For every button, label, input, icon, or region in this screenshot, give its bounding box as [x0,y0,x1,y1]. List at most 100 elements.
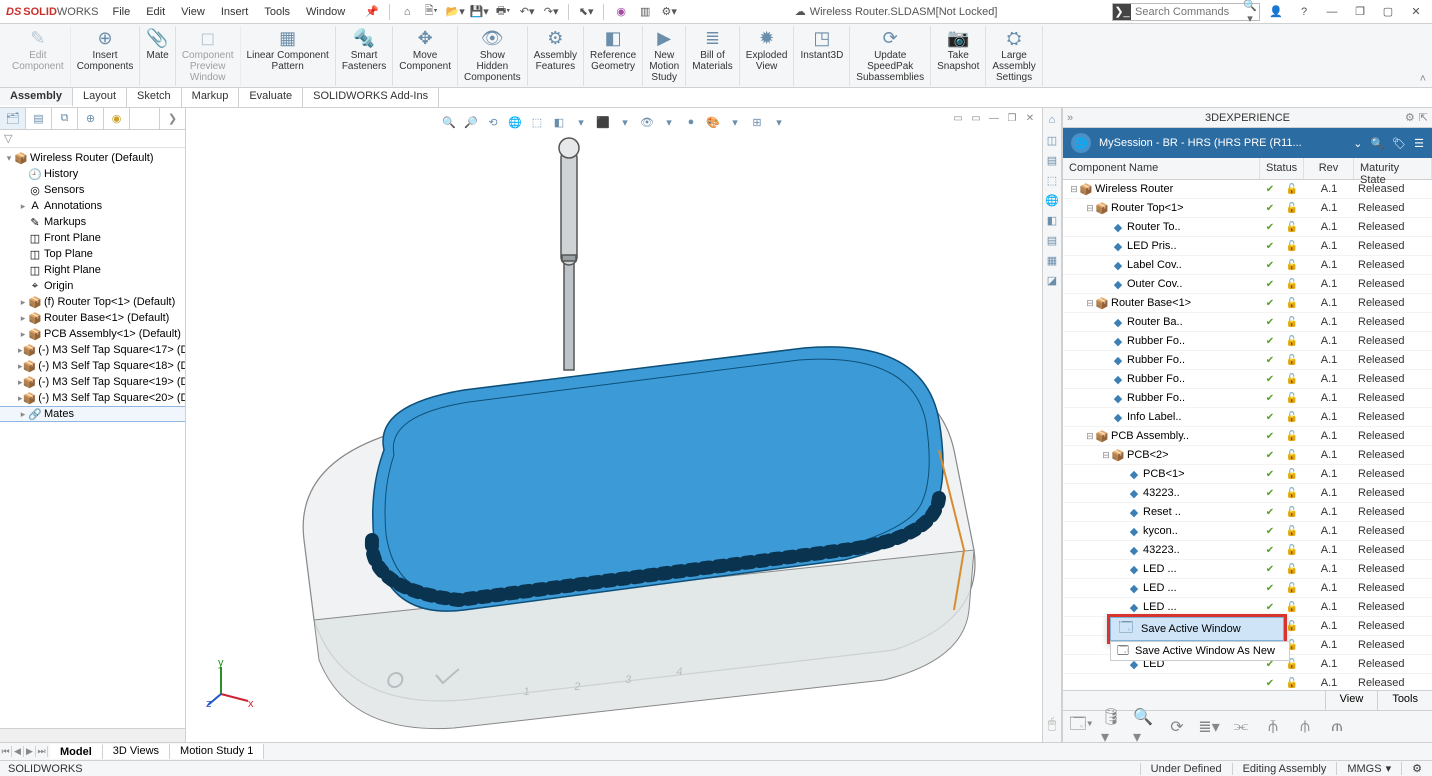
ribbon-collapse-icon[interactable]: ˄ [1420,73,1426,85]
view-tool-icon[interactable]: ⬚ [527,112,547,132]
view-tool-icon[interactable]: ▾ [725,112,745,132]
rebuild-icon[interactable]: ◉ [610,2,632,22]
task-icon[interactable]: ◧ [1044,212,1060,228]
pin-icon[interactable]: 📌 [361,2,383,22]
model-tab-model[interactable]: Model [50,744,103,759]
tab-first-icon[interactable]: ⏮ [0,746,12,757]
component-row[interactable]: ⊟📦PCB<2>✔🔓A.1Released [1063,446,1432,465]
ex-search2-icon[interactable]: 🔍▾ [1133,715,1157,739]
viewport-winctrl-icon[interactable]: ❐ [1004,110,1020,126]
model-canvas[interactable]: 1 2 3 4 [186,108,1042,742]
component-row[interactable]: ◆kycon..✔🔓A.1Released [1063,522,1432,541]
ribbon-tab-layout[interactable]: Layout [73,88,127,107]
tree-node[interactable]: 🕘History [0,166,185,182]
ex-list-icon[interactable]: ≣▾ [1197,715,1221,739]
tree-node[interactable]: ▸📦(-) M3 Self Tap Square<18> (Default [0,358,185,374]
col-rev[interactable]: Rev [1304,158,1354,179]
print-icon[interactable]: 🖶▾ [492,2,514,22]
view-tool-icon[interactable]: ⟲ [483,112,503,132]
session-dropdown-icon[interactable]: ⌄ [1353,137,1362,150]
component-row[interactable]: ◆43223..✔🔓A.1Released [1063,541,1432,560]
component-row[interactable]: ◆Rubber Fo..✔🔓A.1Released [1063,370,1432,389]
ribbon-mate[interactable]: 📎Mate [140,26,175,86]
tree-node[interactable]: ▸📦(-) M3 Self Tap Square<19> (Default [0,374,185,390]
view-tool-icon[interactable]: 🌐 [505,112,525,132]
component-row[interactable]: ◆LED ...✔🔓A.1Released [1063,579,1432,598]
view-tool-icon[interactable]: 🎨 [703,112,723,132]
view-tool-icon[interactable]: 🔍 [439,112,459,132]
tree-root[interactable]: ▾ 📦 Wireless Router (Default) [0,150,185,166]
tab-prev-icon[interactable]: ◀ [12,746,24,757]
ribbon-move[interactable]: ✥Move Component [393,26,458,86]
viewport-winctrl-icon[interactable]: ✕ [1022,110,1038,126]
component-row[interactable]: ✔🔓A.1Released [1063,674,1432,690]
task-icon[interactable]: ◪ [1044,272,1060,288]
ribbon-instant3d[interactable]: ◳Instant3D [794,26,850,86]
component-row[interactable]: ◆LED Pris..✔🔓A.1Released [1063,237,1432,256]
task-icon[interactable]: 🌐 [1044,192,1060,208]
viewport-winctrl-icon[interactable]: ▭ [968,110,984,126]
ribbon-tab-assembly[interactable]: Assembly [0,88,73,107]
component-row[interactable]: ◆Rubber Fo..✔🔓A.1Released [1063,389,1432,408]
viewport-winctrl-icon[interactable]: ▭ [950,110,966,126]
panel-settings-icon[interactable]: ⚙ [1405,111,1415,124]
component-row[interactable]: ◆Rubber Fo..✔🔓A.1Released [1063,351,1432,370]
save-active-window-as-new-item[interactable]: 🗔 Save Active Window As New [1110,641,1290,661]
menu-window[interactable]: Window [298,6,353,18]
config-tab-icon[interactable]: ⧉ [52,108,78,129]
component-row[interactable]: ◆Outer Cov..✔🔓A.1Released [1063,275,1432,294]
session-menu-icon[interactable]: ☰ [1414,137,1424,150]
component-row[interactable]: ◆Reset ..✔🔓A.1Released [1063,503,1432,522]
ribbon-tab-sketch[interactable]: Sketch [127,88,182,107]
tree-node[interactable]: ▸📦Router Base<1> (Default) [0,310,185,326]
select-icon[interactable]: ⬉▾ [575,2,597,22]
component-row[interactable]: ◆43223..✔🔓A.1Released [1063,484,1432,503]
component-row[interactable]: ◆Rubber Fo..✔🔓A.1Released [1063,332,1432,351]
component-row[interactable]: ◆Info Label..✔🔓A.1Released [1063,408,1432,427]
component-row[interactable]: ⊟📦Wireless Router✔🔓A.1Released [1063,180,1432,199]
col-name[interactable]: Component Name [1063,158,1260,179]
tree-filter[interactable]: ▽ [0,130,185,148]
experience-tab-tools[interactable]: Tools [1377,691,1432,710]
ribbon-show[interactable]: 👁Show Hidden Components [458,26,528,86]
tree-node[interactable]: ▸AAnnotations [0,198,185,214]
tree-node[interactable]: ◫Top Plane [0,246,185,262]
ribbon-large[interactable]: ⛭Large Assembly Settings [986,26,1042,86]
ribbon-exploded[interactable]: ✹Exploded View [740,26,795,86]
panel-collapse-icon[interactable]: » [1067,112,1073,124]
model-tab-motion-study-1[interactable]: Motion Study 1 [170,744,264,759]
tab-last-icon[interactable]: ⏭ [36,746,48,757]
tree-node[interactable]: ▸📦(-) M3 Self Tap Square<20> (Default [0,390,185,406]
feature-tree-hscroll[interactable] [0,728,185,742]
tree-node[interactable]: ▸📦(f) Router Top<1> (Default) [0,294,185,310]
view-tool-icon[interactable]: ▾ [571,112,591,132]
task-icon[interactable]: ⌂ [1044,112,1060,128]
task-icon[interactable]: ⬚ [1044,172,1060,188]
ribbon-tab-solidworks-add-ins[interactable]: SOLIDWORKS Add-Ins [303,88,439,107]
open-icon[interactable]: 📂▾ [444,2,466,22]
view-tool-icon[interactable]: ▾ [659,112,679,132]
menu-view[interactable]: View [173,6,213,18]
ribbon-tab-evaluate[interactable]: Evaluate [239,88,303,107]
command-search[interactable]: ❯_ 🔍▾ [1112,3,1260,21]
ex-db-icon[interactable]: 🛢▾ [1101,715,1125,739]
undo-icon[interactable]: ↶▾ [516,2,538,22]
dim-tab-icon[interactable]: ⊕ [78,108,104,129]
user-icon[interactable]: 👤 [1264,2,1288,22]
tree-node[interactable]: ◫Right Plane [0,262,185,278]
ex-link4-icon[interactable]: ⫙ [1325,715,1349,739]
component-row[interactable]: ⊟📦Router Top<1>✔🔓A.1Released [1063,199,1432,218]
view-tool-icon[interactable]: ⊞ [747,112,767,132]
view-tool-icon[interactable]: ▾ [615,112,635,132]
new-doc-icon[interactable]: 🗎▾ [420,2,442,22]
save-active-window-item[interactable]: 🗔 Save Active Window [1110,617,1284,641]
display-tab-icon[interactable]: ◉ [104,108,130,129]
tree-node[interactable]: ▸📦(-) M3 Self Tap Square<17> (Default [0,342,185,358]
ribbon-smart[interactable]: 🔩Smart Fasteners [336,26,393,86]
menu-insert[interactable]: Insert [213,6,257,18]
view-tool-icon[interactable]: ⬛ [593,112,613,132]
ex-refresh-icon[interactable]: ⟳ [1165,715,1189,739]
component-row[interactable]: ◆Label Cov..✔🔓A.1Released [1063,256,1432,275]
task-icon[interactable]: ▦ [1044,252,1060,268]
search-icon[interactable]: 🔍▾ [1241,0,1259,25]
